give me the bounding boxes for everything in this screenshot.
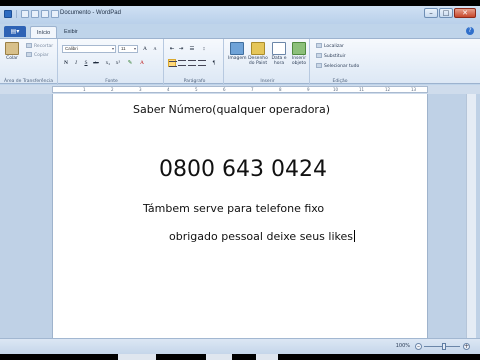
text-caret (354, 230, 355, 242)
ribbon-tabs: ▤▾ Início Exibir ? (0, 24, 480, 38)
increase-indent-icon[interactable]: ⇥ (177, 45, 185, 53)
replace-button[interactable]: Substituir (316, 53, 346, 60)
chevron-down-icon: ▾ (111, 46, 114, 51)
highlight-color-icon[interactable]: ✎ (126, 59, 134, 67)
line-spacing-icon[interactable]: ↕ (200, 45, 208, 53)
ruler-scale[interactable]: 1 2 3 4 5 6 7 8 9 10 11 12 13 (52, 86, 428, 93)
document-line-4: obrigado pessoal deixe seus likes (169, 230, 355, 243)
tab-view[interactable]: Exibir (58, 26, 84, 38)
minimize-button[interactable]: – (424, 8, 438, 18)
select-all-icon (316, 63, 322, 68)
binoculars-icon (316, 43, 322, 48)
cut-button[interactable]: Recortar (26, 43, 53, 50)
editing-group-label: Edição (332, 79, 348, 84)
decrease-indent-icon[interactable]: ⇤ (168, 45, 176, 53)
wordpad-window: Documento - WordPad – □ ✕ ▤▾ Início Exib… (0, 6, 480, 354)
status-bar: 100% – + (0, 338, 480, 354)
paint-drawing-label: Desenho do Paint (248, 56, 268, 66)
paste-label: Colar (6, 56, 18, 61)
paragraph-settings-icon[interactable]: ¶ (210, 59, 218, 67)
insert-object-button[interactable]: Inserir objeto (290, 42, 308, 66)
vertical-scrollbar[interactable] (466, 94, 476, 338)
taskbar (0, 354, 480, 360)
justify-button[interactable] (198, 59, 206, 67)
copy-button[interactable]: Copiar (26, 52, 49, 59)
copy-label: Copiar (34, 53, 49, 58)
replace-label: Substituir (324, 54, 346, 59)
window-controls: – □ ✕ (424, 8, 476, 18)
select-all-label: Selecionar tudo (324, 64, 360, 69)
taskbar-item[interactable] (206, 354, 232, 360)
cut-label: Recortar (34, 44, 54, 49)
zoom-level: 100% (395, 343, 410, 349)
insert-group: Imagem Desenho do Paint Data e hora Inse… (226, 39, 310, 85)
italic-button[interactable]: I (72, 59, 80, 67)
image-icon (230, 42, 244, 55)
calendar-icon (272, 42, 286, 55)
taskbar-item[interactable] (118, 354, 156, 360)
align-right-button[interactable] (188, 59, 196, 67)
align-center-button[interactable] (178, 59, 186, 67)
paste-button[interactable]: Colar (3, 42, 21, 61)
date-time-button[interactable]: Data e hora (270, 42, 288, 66)
taskbar-item[interactable] (256, 354, 278, 360)
paragraph-group: ⇤ ⇥ ☰ ↕ ¶ Parágrafo (166, 39, 224, 85)
window-title: Documento - WordPad (60, 10, 121, 16)
maximize-button[interactable]: □ (439, 8, 453, 18)
paint-drawing-button[interactable]: Desenho do Paint (248, 42, 268, 66)
scissors-icon (26, 43, 32, 48)
select-all-button[interactable]: Selecionar tudo (316, 63, 359, 70)
grow-font-icon[interactable]: A (141, 45, 149, 53)
ribbon: Colar Recortar Copiar Área de Transferên… (0, 38, 480, 85)
zoom-out-button[interactable]: – (415, 343, 422, 350)
help-icon[interactable]: ? (466, 27, 474, 35)
zoom-in-button[interactable]: + (463, 343, 470, 350)
font-group-label: Fonte (105, 79, 118, 84)
font-size-value: 11 (121, 46, 126, 51)
document-area: Saber Número(qualquer operadora) 0800 64… (0, 94, 480, 338)
font-family-select[interactable]: Calibri ▾ (62, 45, 116, 53)
insert-image-button[interactable]: Imagem (228, 42, 246, 61)
object-icon (292, 42, 306, 55)
chevron-down-icon: ▾ (133, 46, 136, 51)
close-button[interactable]: ✕ (454, 8, 476, 18)
file-menu-tab[interactable]: ▤▾ (4, 26, 26, 37)
font-group: Calibri ▾ 11 ▾ A A N I S abc x₂ x² ✎ A Fon… (60, 39, 164, 85)
editing-group: Localizar Substituir Selecionar tudo Edi… (312, 39, 368, 85)
document-line-4-text: obrigado pessoal deixe seus likes (169, 230, 353, 243)
font-size-select[interactable]: 11 ▾ (118, 45, 138, 53)
clipboard-group: Colar Recortar Copiar Área de Transferên… (0, 39, 58, 85)
clipboard-icon (5, 42, 19, 55)
font-color-icon[interactable]: A (138, 59, 146, 67)
paragraph-group-label: Parágrafo (183, 79, 206, 84)
replace-icon (316, 53, 322, 58)
align-left-button[interactable] (168, 59, 177, 67)
underline-button[interactable]: S (82, 59, 90, 67)
find-button[interactable]: Localizar (316, 43, 344, 50)
find-label: Localizar (324, 44, 344, 49)
copy-icon (26, 52, 32, 57)
subscript-icon[interactable]: x₂ (104, 59, 112, 67)
strikethrough-button[interactable]: abc (92, 59, 100, 67)
zoom-slider-thumb[interactable] (442, 343, 446, 350)
insert-image-label: Imagem (228, 56, 247, 61)
document-line-3: Támbem serve para telefone fixo (143, 202, 325, 215)
document-line-2: 0800 643 0424 (159, 157, 327, 182)
bullets-icon[interactable]: ☰ (188, 45, 196, 53)
title-bar: Documento - WordPad – □ ✕ (0, 6, 480, 24)
insert-group-label: Inserir (260, 79, 275, 84)
document-page[interactable]: Saber Número(qualquer operadora) 0800 64… (52, 94, 428, 338)
font-family-value: Calibri (65, 46, 78, 51)
date-time-label: Data e hora (271, 56, 287, 66)
superscript-icon[interactable]: x² (114, 59, 122, 67)
bold-button[interactable]: N (62, 59, 70, 67)
shrink-font-icon[interactable]: A (151, 45, 159, 53)
screen: Documento - WordPad – □ ✕ ▤▾ Início Exib… (0, 0, 480, 360)
document-line-1: Saber Número(qualquer operadora) (133, 103, 330, 116)
paint-brush-icon (251, 42, 265, 55)
insert-object-label: Inserir objeto (291, 56, 307, 66)
tab-home[interactable]: Início (30, 26, 58, 38)
clipboard-group-label: Área de Transferência (4, 79, 53, 84)
ruler: 1 2 3 4 5 6 7 8 9 10 11 12 13 (0, 85, 480, 94)
